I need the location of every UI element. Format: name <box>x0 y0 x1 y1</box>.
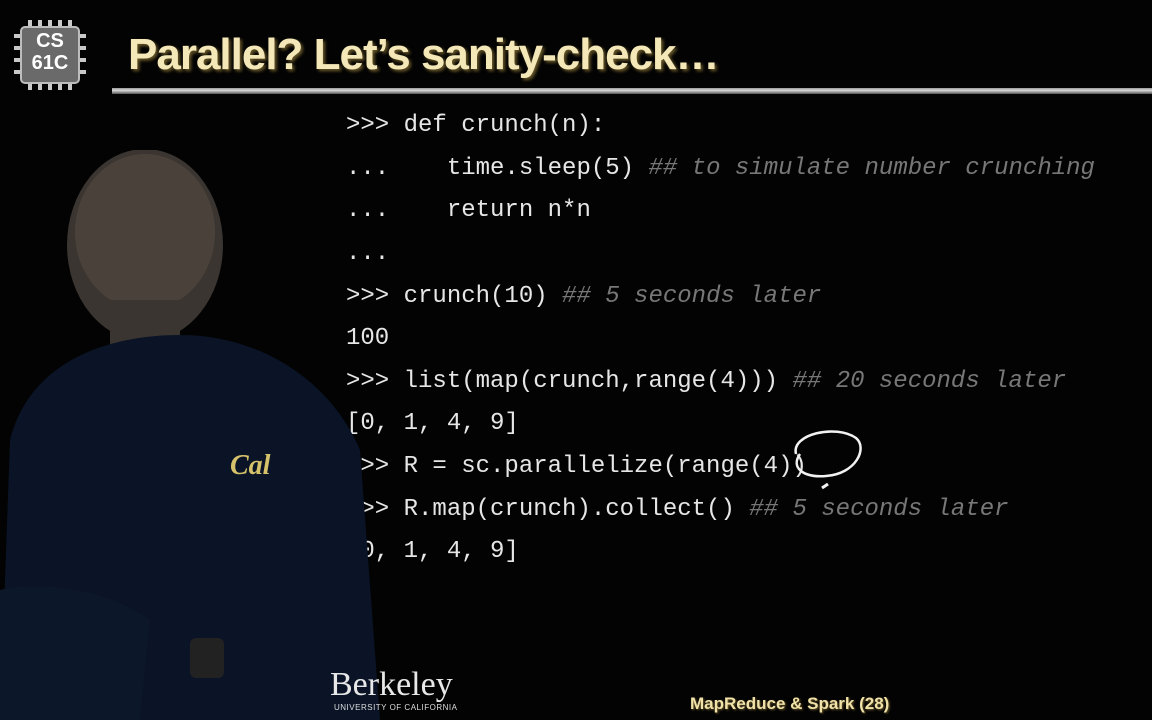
code-comment: ## to simulate number crunching <box>648 155 1095 182</box>
code-comment: ## 5 seconds later <box>562 283 822 310</box>
code-line: >>> R = sc.parallelize(range(4)) <box>346 453 807 480</box>
presenter-silhouette <box>0 150 380 720</box>
slide-title: Parallel? Let’s sanity-check… <box>128 30 720 79</box>
cs61c-chip-logo: CS 61C <box>14 20 86 90</box>
chip-logo-line1: CS <box>36 30 64 52</box>
chip-logo-line2: 61C <box>31 52 69 74</box>
code-line: ... time.sleep(5) ## to simulate number … <box>346 155 1095 182</box>
berkeley-logo-subtitle: UNIVERSITY OF CALIFORNIA <box>334 703 458 712</box>
code-line: >>> crunch(10) ## 5 seconds later <box>346 283 822 310</box>
slide-page-label: MapReduce & Spark (28) <box>690 694 890 713</box>
code-comment: ## 5 seconds later <box>749 496 1009 523</box>
title-divider <box>112 88 1152 94</box>
slide: CS 61C Parallel? Let’s sanity-check… >>>… <box>0 0 1152 720</box>
code-block: >>> def crunch(n): ... time.sleep(5) ## … <box>346 106 1152 586</box>
code-line: >>> R.map(crunch).collect() ## 5 seconds… <box>346 496 1009 523</box>
shirt-logo: Cal <box>230 450 271 481</box>
ink-annotation <box>794 430 862 490</box>
code-line: >>> list(map(crunch,range(4))) ## 20 sec… <box>346 368 1067 395</box>
code-line: >>> def crunch(n): <box>346 112 606 139</box>
berkeley-logo: Berkeley <box>330 666 453 703</box>
code-comment: ## 20 seconds later <box>792 368 1067 395</box>
